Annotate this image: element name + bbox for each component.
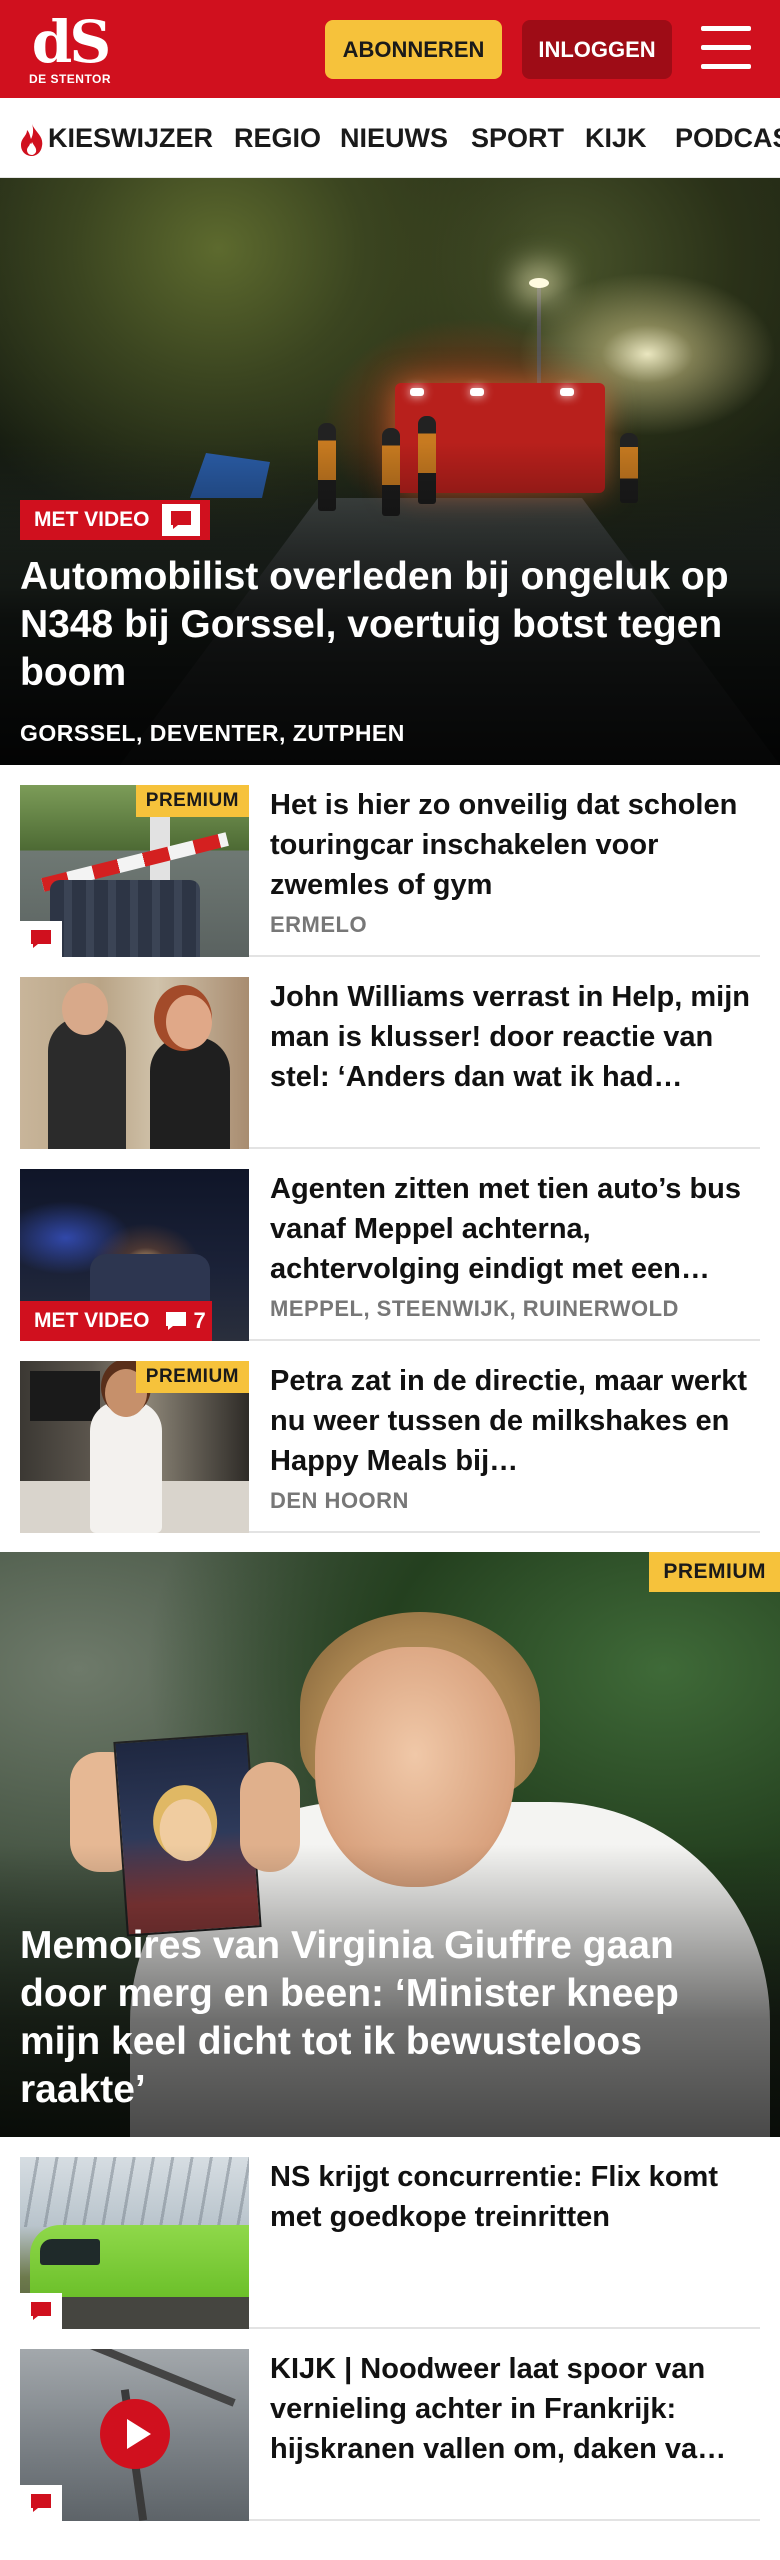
article-thumbnail <box>20 2157 249 2329</box>
site-logo[interactable]: dS DE STENTOR <box>28 12 112 88</box>
list-item[interactable]: PREMIUM Petra zat in de directie, maar w… <box>20 1341 760 1533</box>
nav-item-kieswijzer[interactable]: KIESWIJZER <box>18 98 214 177</box>
premium-badge: PREMIUM <box>135 1361 249 1393</box>
article-thumbnail <box>20 977 249 1149</box>
nav-item-nieuws[interactable]: NIEUWS <box>340 98 448 177</box>
login-button[interactable]: INLOGGEN <box>522 20 672 79</box>
hero-article[interactable]: MET VIDEO Automobilist overleden bij ong… <box>0 178 780 765</box>
list-item[interactable]: John Williams verrast in Help, mijn man … <box>20 957 760 1149</box>
article-thumbnail: PREMIUM <box>20 785 249 957</box>
article-location: ERMELO <box>270 912 368 937</box>
hero-title[interactable]: Automobilist overleden bij ongeluk op N3… <box>20 553 765 697</box>
article-location: MEPPEL, STEENWIJK, RUINERWOLD <box>270 1296 679 1321</box>
list-item[interactable]: KIJK | Noodweer laat spoor van vernielin… <box>20 2329 760 2521</box>
comment-icon <box>161 504 200 536</box>
feature-title[interactable]: Memoires van Virginia Giuffre gaan door … <box>20 1922 760 2114</box>
premium-badge: PREMIUM <box>649 1552 780 1592</box>
hamburger-menu-icon[interactable] <box>701 26 751 70</box>
play-icon[interactable] <box>100 2399 170 2469</box>
nav-item-kijk[interactable]: KIJK <box>585 98 647 177</box>
top-bar: dS DE STENTOR ABONNEREN INLOGGEN <box>0 0 780 98</box>
article-title[interactable]: Petra zat in de directie, maar werkt nu … <box>270 1361 760 1481</box>
comment-icon <box>165 1312 186 1330</box>
nav-item-sport[interactable]: SPORT <box>471 98 564 177</box>
comment-icon <box>20 921 62 957</box>
article-title[interactable]: NS krijgt concurrentie: Flix komt met go… <box>270 2157 760 2237</box>
flame-icon <box>21 123 43 156</box>
article-thumbnail: MET VIDEO 7 <box>20 1169 249 1341</box>
video-badge: MET VIDEO <box>20 500 210 540</box>
nav-item-regio[interactable]: REGIO <box>234 98 321 177</box>
premium-badge: PREMIUM <box>135 785 249 817</box>
list-item[interactable]: PREMIUM Het is hier zo onveilig dat scho… <box>20 765 760 957</box>
section-nav: KIESWIJZER REGIO NIEUWS SPORT KIJK PODCA… <box>0 98 780 178</box>
article-title[interactable]: Het is hier zo onveilig dat scholen tour… <box>270 785 760 905</box>
article-title[interactable]: John Williams verrast in Help, mijn man … <box>270 977 760 1097</box>
article-title[interactable]: Agenten zitten met tien auto’s bus vanaf… <box>270 1169 760 1289</box>
article-thumbnail <box>20 2349 249 2521</box>
article-title[interactable]: KIJK | Noodweer laat spoor van vernielin… <box>270 2349 760 2469</box>
comment-icon <box>20 2293 62 2329</box>
article-thumbnail: PREMIUM <box>20 1361 249 1533</box>
comment-count: 7 <box>164 1305 206 1337</box>
comment-icon <box>20 2485 62 2521</box>
video-badge-label: MET VIDEO <box>34 508 150 531</box>
feature-article[interactable]: PREMIUM Memoires van Virginia Giuffre ga… <box>0 1552 780 2137</box>
logo-name: DE STENTOR <box>28 72 112 86</box>
hero-locations: GORSSEL, DEVENTER, ZUTPHEN <box>20 720 405 746</box>
article-location: DEN HOORN <box>270 1488 409 1513</box>
nav-label-kieswijzer: KIESWIJZER <box>48 123 214 153</box>
nav-item-podcast[interactable]: PODCAS <box>675 98 780 177</box>
logo-mark: dS <box>31 8 111 76</box>
video-badge: MET VIDEO 7 <box>20 1301 212 1341</box>
list-item[interactable]: NS krijgt concurrentie: Flix komt met go… <box>20 2137 760 2329</box>
subscribe-button[interactable]: ABONNEREN <box>325 20 502 79</box>
video-badge-label: MET VIDEO <box>34 1309 150 1332</box>
list-item[interactable]: MET VIDEO 7 Agenten zitten met tien auto… <box>20 1149 760 1341</box>
